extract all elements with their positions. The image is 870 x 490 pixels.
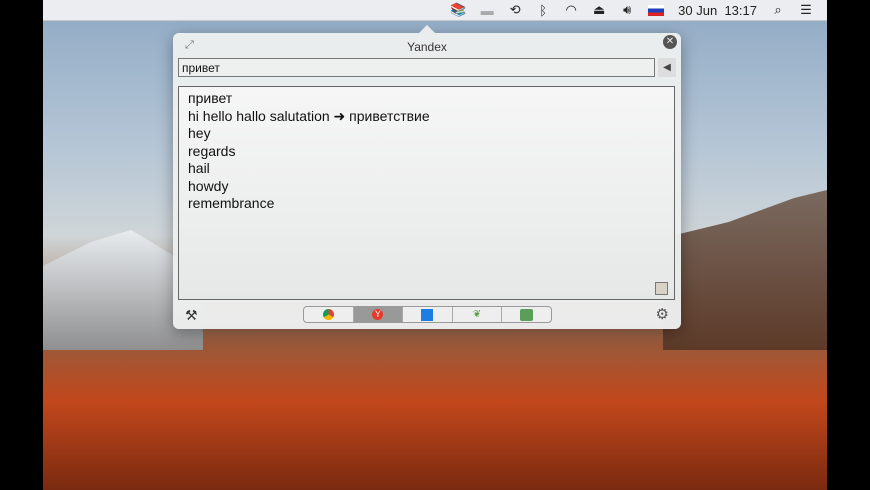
bluetooth-icon[interactable]: ᛒ (536, 3, 550, 18)
result-line: hi hello hallo salutation ➜ приветствие (188, 107, 430, 124)
eject-icon[interactable]: ⏏ (592, 2, 606, 18)
chrome-icon (322, 309, 334, 320)
service-google[interactable] (304, 307, 354, 322)
volume-icon[interactable]: 🔊︎ (620, 2, 634, 18)
translate-input[interactable] (178, 58, 655, 77)
tools-icon[interactable]: ⚒ (185, 307, 198, 324)
date: 30 Jun (678, 2, 718, 18)
result-line: remembrance (188, 195, 275, 211)
close-icon[interactable]: ✕ (663, 35, 677, 49)
menubar-clock[interactable]: 30 Jun 13:17 (678, 3, 757, 18)
service-yandex[interactable]: Y (353, 307, 404, 322)
menu-bar: 📚 ▬ ⟲ ᛒ ◠ ⏏ 🔊︎ 30 Jun 13:17 ⌕ ☰ (43, 0, 827, 21)
service5-icon (520, 308, 534, 321)
copy-clipboard-icon[interactable] (655, 282, 668, 295)
time: 13:17 (724, 2, 757, 18)
time-machine-icon[interactable]: ⟲ (508, 2, 522, 18)
keyboard-icon[interactable]: ▬ (480, 3, 494, 18)
result-line: привет (188, 90, 233, 106)
russian-flag-input-icon[interactable] (648, 4, 665, 16)
windows-icon (421, 308, 434, 321)
service-4[interactable]: ❦ (453, 307, 503, 322)
popup-title: Yandex (407, 40, 447, 54)
translator-app-icon[interactable]: 📚 (450, 2, 466, 18)
translator-popover: ⤢ Yandex ✕ ◀ привет hi hello hallo salut… (173, 25, 681, 329)
spotlight-search-icon[interactable]: ⌕ (771, 2, 785, 18)
result-line: hail (188, 160, 210, 176)
gear-icon[interactable]: ⚙ (656, 305, 669, 323)
back-button[interactable]: ◀ (658, 58, 676, 77)
result-line: regards (188, 142, 236, 159)
service-selector: Y ❦ (303, 306, 552, 323)
service4-icon: ❦ (472, 309, 482, 320)
mountain-right (663, 190, 827, 350)
service-bing[interactable] (403, 307, 453, 322)
translation-results: привет hi hello hallo salutation ➜ приве… (178, 86, 675, 300)
yandex-icon: Y (372, 309, 384, 320)
wifi-icon[interactable]: ◠ (564, 2, 578, 18)
notification-center-icon[interactable]: ☰ (799, 2, 813, 18)
result-line: hey (188, 125, 211, 141)
service-5[interactable] (502, 307, 551, 322)
result-line: howdy (188, 177, 229, 194)
